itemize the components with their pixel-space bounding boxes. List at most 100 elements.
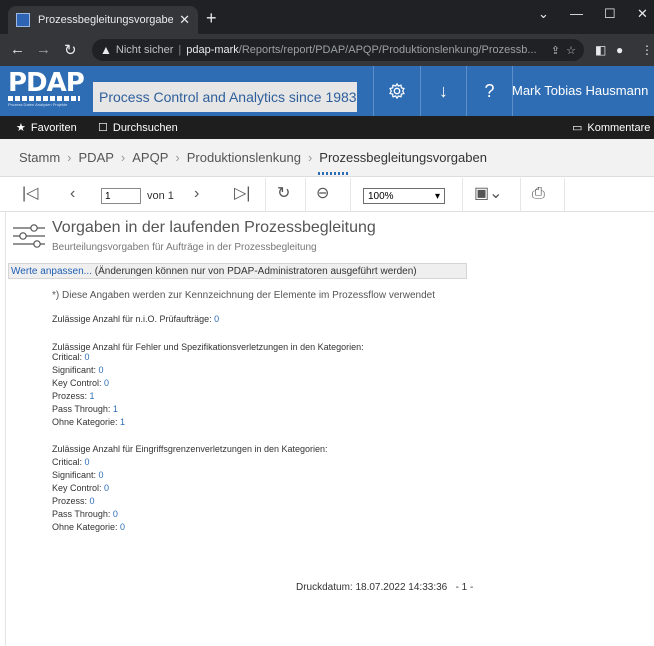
settings-button[interactable]	[373, 66, 420, 116]
warning-icon[interactable]: ▲	[100, 43, 112, 57]
download-button[interactable]: ↓	[420, 66, 466, 116]
back-to-parent-icon[interactable]: ⊖	[316, 184, 329, 204]
row-value: 0	[84, 457, 90, 467]
row-value: 0	[98, 470, 104, 480]
tab-title: Prozessbegleitungsvorgaben - St	[38, 14, 174, 26]
row-value: 0	[120, 522, 126, 532]
share-icon[interactable]: ⇪	[551, 44, 560, 57]
url-field[interactable]: ▲ Nicht sicher | pdap-mark/Reports/repor…	[92, 39, 584, 61]
star-icon[interactable]: ☆	[566, 44, 576, 57]
section1-row: Critical: 0	[52, 352, 90, 362]
browse-label: Durchsuchen	[112, 121, 178, 134]
adjust-values-link[interactable]: Werte anpassen...	[11, 266, 92, 277]
browser-address-bar: ← → ↻ ▲ Nicht sicher | pdap-mark/Reports…	[0, 34, 654, 66]
close-window-button[interactable]: ✕	[637, 6, 648, 22]
toolbar-divider	[265, 178, 266, 212]
comments-menu[interactable]: ▭ Kommentare	[572, 121, 650, 135]
chevron-right-icon: ›	[67, 150, 72, 165]
help-button[interactable]: ?	[466, 66, 512, 116]
star-icon: ★	[16, 122, 26, 134]
section1-row: Key Control: 0	[52, 378, 109, 388]
prev-page-icon[interactable]: ‹	[70, 184, 75, 204]
report-toolbar: |◁ ‹ von 1 › ▷| ↻ ⊖ 100% ▾ ▣⌄ ⎙	[0, 178, 654, 212]
row-label: Prozess:	[52, 391, 90, 401]
pdap-logo[interactable]: PDAP Prozess Daten Analysen Projekte	[8, 68, 88, 111]
browser-tab-bar: Prozessbegleitungsvorgaben - St ✕ + ⌄ — …	[0, 0, 654, 34]
row-value: 0	[104, 378, 110, 388]
page-number-input[interactable]	[101, 188, 141, 204]
section2-row: Pass Through: 0	[52, 509, 118, 519]
footnote: *) Diese Angaben werden zur Kennzeichnun…	[52, 290, 435, 301]
tab-search-icon[interactable]: ⌄	[538, 6, 549, 22]
menu-icon[interactable]: ⋮	[641, 43, 653, 57]
tab-favicon-icon	[16, 13, 30, 27]
forward-icon[interactable]: →	[36, 41, 51, 58]
browser-tab[interactable]: Prozessbegleitungsvorgaben - St ✕	[8, 6, 198, 34]
back-icon[interactable]: ←	[10, 41, 25, 58]
breadcrumb-produktionslenkung[interactable]: Produktionslenkung	[187, 150, 301, 165]
reload-icon[interactable]: ↻	[64, 41, 77, 59]
tab-close-icon[interactable]: ✕	[179, 12, 190, 28]
first-page-icon[interactable]: |◁	[22, 184, 38, 204]
row-label: Pass Through:	[52, 509, 113, 519]
report-title: Vorgaben in der laufenden Prozessbegleit…	[52, 219, 376, 236]
url-host: pdap-mark	[186, 44, 239, 56]
section1-title: Zulässige Anzahl für Fehler und Spezifik…	[52, 342, 364, 352]
save-icon[interactable]: ▣⌄	[474, 184, 503, 204]
report-subtitle: Beurteilungsvorgaben für Aufträge in der…	[52, 242, 317, 253]
loading-indicator	[318, 172, 348, 175]
row-value: 0	[98, 365, 104, 375]
print-date: Druckdatum: 18.07.2022 14:33:36	[296, 582, 448, 593]
refresh-icon[interactable]: ↻	[277, 184, 290, 204]
section1-row: Ohne Kategorie: 1	[52, 417, 125, 427]
row-label: Significant:	[52, 470, 99, 480]
logo-text: PDAP	[8, 68, 85, 98]
admin-hint-bar: Werte anpassen... (Änderungen können nur…	[8, 263, 467, 279]
next-page-icon[interactable]: ›	[194, 184, 199, 204]
app-header: PDAP Prozess Daten Analysen Projekte Pro…	[0, 66, 654, 116]
comment-icon: ▭	[572, 122, 583, 134]
breadcrumb-apqp[interactable]: APQP	[132, 150, 168, 165]
user-name[interactable]: Mark Tobias Hausmann	[512, 83, 648, 98]
row-label: Key Control:	[52, 378, 105, 388]
sidepanel-icon[interactable]: ◧	[595, 43, 606, 57]
print-footer: Druckdatum: 18.07.2022 14:33:36 - 1 -	[296, 582, 473, 593]
logo-bar	[8, 96, 80, 101]
favorites-menu[interactable]: ★ Favoriten	[16, 121, 77, 135]
row-value: 1	[120, 417, 126, 427]
download-icon: ↓	[439, 80, 448, 101]
chevron-right-icon: ›	[120, 150, 126, 165]
minimize-button[interactable]: —	[570, 6, 583, 21]
section2-row: Significant: 0	[52, 470, 104, 480]
extension-icon[interactable]: ●	[616, 43, 623, 57]
toolbar-divider	[564, 178, 565, 212]
breadcrumb-pdap[interactable]: PDAP	[79, 150, 114, 165]
row-label: Key Control:	[52, 483, 105, 493]
toolbar-divider	[350, 178, 351, 212]
breadcrumb-current: Prozessbegleitungsvorgaben	[319, 150, 487, 165]
row-value: 1	[89, 391, 95, 401]
maximize-button[interactable]: ☐	[604, 6, 616, 22]
breadcrumb: Stamm › PDAP › APQP › Produktionslenkung…	[0, 139, 654, 177]
section1-row: Pass Through: 1	[52, 404, 118, 414]
print-icon[interactable]: ⎙	[532, 184, 545, 204]
chevron-right-icon: ›	[307, 150, 313, 165]
last-page-icon[interactable]: ▷|	[234, 184, 250, 204]
new-tab-button[interactable]: +	[206, 9, 217, 27]
url-text[interactable]: pdap-mark/Reports/report/PDAP/APQP/Produ…	[186, 44, 545, 56]
favorites-label: Favoriten	[30, 121, 77, 134]
section2-row: Ohne Kategorie: 0	[52, 522, 125, 532]
breadcrumb-stamm[interactable]: Stamm	[19, 150, 60, 165]
zoom-value: 100%	[368, 190, 394, 202]
menu-bar: ★ Favoriten ☐ Durchsuchen ▭ Kommentare	[0, 116, 654, 139]
zoom-select[interactable]: 100% ▾	[363, 188, 445, 204]
browse-menu[interactable]: ☐ Durchsuchen	[98, 121, 178, 135]
nio-value: 0	[214, 314, 220, 324]
section2-row: Prozess: 0	[52, 496, 95, 506]
nio-label: Zulässige Anzahl für n.i.O. Prüfaufträge…	[52, 314, 215, 324]
report-body: Vorgaben in der laufenden Prozessbegleit…	[0, 212, 654, 646]
section2-row: Critical: 0	[52, 457, 90, 467]
section1-row: Prozess: 1	[52, 391, 95, 401]
insecure-label[interactable]: Nicht sicher	[116, 44, 173, 56]
row-label: Pass Through:	[52, 404, 113, 414]
